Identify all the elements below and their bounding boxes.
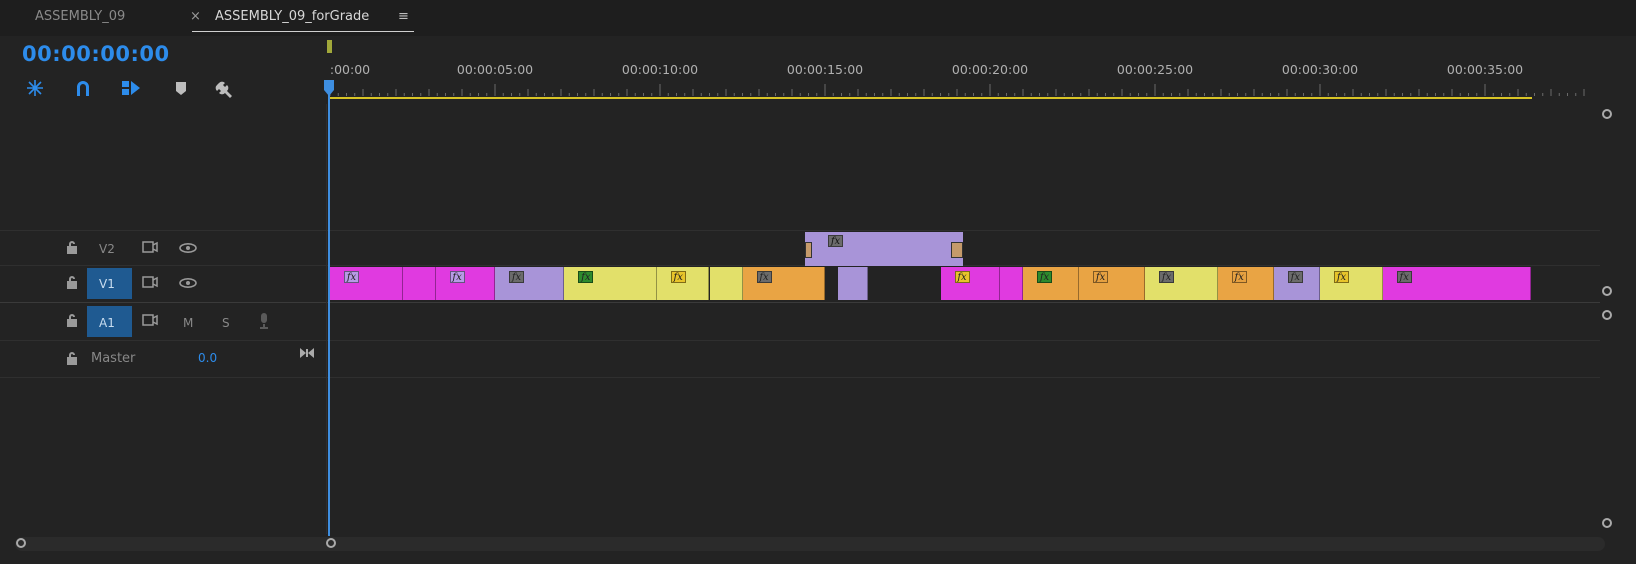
- fx-badge-icon: fx: [1037, 271, 1052, 283]
- track-divider: [0, 230, 1600, 231]
- ruler-label: 00:00:35:00: [1446, 62, 1524, 77]
- ruler-label: 00:00:15:00: [786, 62, 864, 77]
- clip-v1-13[interactable]: fx: [1145, 267, 1218, 300]
- active-tab-underline: [192, 31, 414, 32]
- clip-v1-11[interactable]: fx: [1023, 267, 1080, 300]
- tab-close-icon[interactable]: ×: [190, 9, 201, 24]
- clip-v1-8[interactable]: [838, 267, 868, 300]
- master-volume-value[interactable]: 0.0: [198, 351, 217, 365]
- ruler-label: 00:00:25:00: [1116, 62, 1194, 77]
- fx-badge-icon: fx: [954, 271, 970, 283]
- playhead-timecode[interactable]: 00:00:00:00: [22, 42, 170, 66]
- sync-lock-icon[interactable]: [142, 276, 158, 288]
- in-point-marker[interactable]: [327, 40, 332, 53]
- wrench-settings-icon[interactable]: [215, 78, 237, 98]
- snap-magnet-icon[interactable]: [72, 78, 94, 98]
- track-label-a1[interactable]: A1: [99, 316, 115, 330]
- master-track-label: Master: [91, 351, 136, 366]
- ruler-label: 00:00:05:00: [456, 62, 534, 77]
- fx-badge-icon: fx: [828, 235, 843, 247]
- fx-badge-icon: fx: [344, 271, 359, 283]
- fx-badge-icon: fx: [1396, 271, 1412, 283]
- lock-icon[interactable]: [66, 351, 78, 365]
- sync-lock-icon[interactable]: [142, 314, 158, 326]
- clip-v1-2[interactable]: fx: [435, 267, 495, 300]
- clip-v1-17[interactable]: fx: [1382, 267, 1532, 300]
- clip-v2[interactable]: fx: [805, 232, 963, 266]
- transition-icon[interactable]: [951, 242, 963, 258]
- fx-badge-icon: fx: [670, 271, 686, 283]
- microphone-icon[interactable]: [258, 312, 270, 330]
- clip-v1-10[interactable]: [999, 267, 1023, 300]
- clip-v1-9[interactable]: fx: [940, 267, 1000, 300]
- clip-v1-0[interactable]: fx: [330, 267, 403, 300]
- track-label-v1[interactable]: V1: [99, 277, 115, 291]
- track-divider: [0, 265, 1600, 266]
- sync-lock-icon[interactable]: [142, 241, 158, 253]
- horizontal-scrollbar[interactable]: [15, 537, 1605, 551]
- clip-v1-15[interactable]: fx: [1273, 267, 1320, 300]
- tab-menu-icon[interactable]: ≡: [398, 9, 409, 24]
- video-scroll-handle-top[interactable]: [1602, 109, 1612, 119]
- scroll-handle-right[interactable]: [326, 538, 336, 548]
- lock-icon[interactable]: [66, 275, 78, 289]
- track-divider: [0, 302, 1600, 303]
- fx-badge-icon: fx: [449, 271, 465, 283]
- playhead-handle-icon[interactable]: [324, 80, 334, 96]
- fx-badge-icon: fx: [1231, 271, 1247, 283]
- transition-icon[interactable]: [805, 242, 812, 258]
- clip-v1-14[interactable]: fx: [1217, 267, 1274, 300]
- lock-icon[interactable]: [66, 313, 78, 327]
- audio-scroll-handle-top[interactable]: [1602, 310, 1612, 320]
- ruler-label: :00:00: [329, 62, 371, 77]
- clip-v1-3[interactable]: fx: [495, 267, 565, 300]
- clip-v1-16[interactable]: fx: [1320, 267, 1383, 300]
- track-divider: [0, 340, 1600, 341]
- eye-icon[interactable]: [179, 278, 197, 288]
- header-divider: [326, 104, 327, 534]
- playhead-line[interactable]: [328, 86, 330, 536]
- solo-button[interactable]: S: [222, 316, 230, 330]
- add-marker-icon[interactable]: [170, 78, 192, 98]
- fx-badge-icon: fx: [1159, 271, 1175, 283]
- go-to-next-keyframe-icon[interactable]: [299, 347, 315, 359]
- video-scroll-handle-bottom[interactable]: [1602, 286, 1612, 296]
- scroll-handle-left[interactable]: [16, 538, 26, 548]
- ruler-label: 00:00:20:00: [951, 62, 1029, 77]
- fx-badge-icon: fx: [1334, 271, 1349, 283]
- mute-button[interactable]: M: [183, 316, 193, 330]
- work-area-bar[interactable]: [330, 97, 1532, 99]
- clip-v1-4[interactable]: fx: [564, 267, 657, 300]
- linked-selection-icon[interactable]: [120, 78, 142, 98]
- fx-badge-icon: fx: [509, 271, 524, 283]
- ruler-label: 00:00:30:00: [1281, 62, 1359, 77]
- track-label-v2[interactable]: V2: [99, 242, 115, 256]
- eye-icon[interactable]: [179, 243, 197, 253]
- fx-badge-icon: fx: [578, 271, 594, 283]
- track-divider: [0, 377, 1600, 378]
- ruler-label: 00:00:10:00: [621, 62, 699, 77]
- v1-clip-container: [0, 0, 1, 1]
- fx-badge-icon: fx: [1093, 271, 1109, 283]
- clip-v1-5[interactable]: fx: [656, 267, 710, 300]
- clip-v1-7[interactable]: fx: [742, 267, 825, 300]
- nest-sequence-icon[interactable]: [24, 78, 46, 98]
- clip-v1-1[interactable]: [402, 267, 436, 300]
- fx-badge-icon: fx: [1287, 271, 1303, 283]
- lock-icon[interactable]: [66, 240, 78, 254]
- clip-v1-6[interactable]: [709, 267, 743, 300]
- audio-scroll-handle-bottom[interactable]: [1602, 518, 1612, 528]
- tab-assembly-09[interactable]: ASSEMBLY_09: [35, 9, 125, 24]
- clip-v1-12[interactable]: fx: [1079, 267, 1146, 300]
- tab-assembly-09-forgrade[interactable]: ASSEMBLY_09_forGrade: [215, 9, 369, 24]
- fx-badge-icon: fx: [756, 271, 772, 283]
